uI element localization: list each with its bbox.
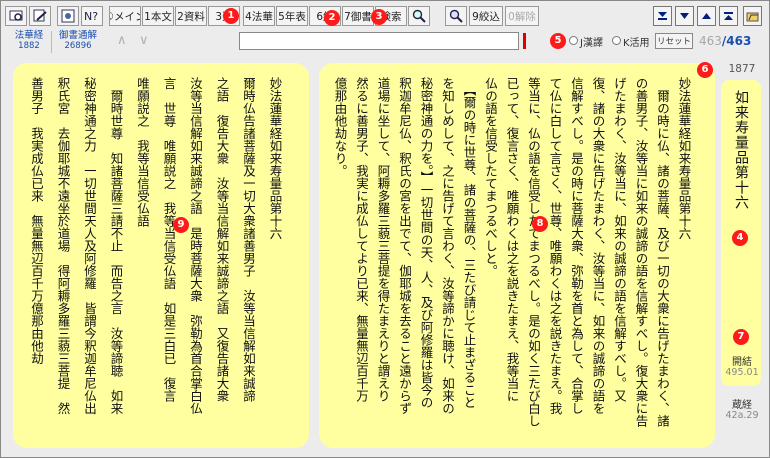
kanbun-column: 釈氏宮 去伽耶城不遠坐於道場 得阿耨多羅三藐三菩提 然 xyxy=(56,77,70,415)
open-folder-icon[interactable] xyxy=(743,6,762,26)
yomikudashi-column: 妙法蓮華経如来寿量品第十六 xyxy=(677,77,691,240)
marker-2: 2 xyxy=(324,10,340,26)
kanbun-column: 爾時仏告諸菩薩及一切大衆諸善男子 汝等当信解如来誠諦 xyxy=(242,77,255,402)
kanbun-column: 秘密神通之力 一切世間天人及阿修羅 皆謂今釈迦牟尼仏出 xyxy=(83,77,96,415)
zokyo-value: 42a.29 xyxy=(725,410,759,421)
gosho-label: 御書通解 xyxy=(58,30,97,41)
magnifier-icon[interactable] xyxy=(408,6,430,26)
yomikudashi-column: の善男子、汝等当に如来の誠諦の語を信解すべし。復大衆に告 xyxy=(634,77,648,427)
yomikudashi-panel: 妙法蓮華経如来寿量品第十六 爾の時に仏、諸の菩薩、及び一切の大衆に告げたまわく、… xyxy=(319,63,715,448)
kaiketsu-label: 開結 xyxy=(732,357,752,368)
marker-3: 3 xyxy=(371,9,387,25)
radio-jkanyaku-label: J漢譯 xyxy=(580,38,603,49)
kaijo-button[interactable]: 0解除 xyxy=(505,6,539,26)
help-icon[interactable]: N? xyxy=(81,6,103,26)
marker-8: 8 xyxy=(532,216,548,232)
gosho-page: 26896 xyxy=(64,41,92,51)
marker-5: 5 xyxy=(550,33,566,49)
kanbun-column: 言 世尊 唯願説之 我等当信受仏語 如是三白已 復言 xyxy=(162,77,176,402)
kanbun-column: 唯願説之 我等当信受仏語 xyxy=(136,77,149,227)
yomikudashi-column: 然るに善男子、我実に成仏してより已来、無量無辺百千万 xyxy=(355,77,368,402)
zoom-icon[interactable] xyxy=(445,6,467,26)
radio-jkanyaku[interactable] xyxy=(569,36,578,45)
kanbun-column: 汝等当信解如来誠諦之語 是時菩薩大衆 弥勒為首合掌白仏 xyxy=(189,77,202,415)
count-total: /463 xyxy=(721,34,752,48)
yomikudashi-column: 釈迦牟尼仏、釈氏の宮を出でて、伽耶城を去ること遠からず xyxy=(398,77,411,415)
yomikudashi-column: を知しめして、之に告げて言わく、汝等諦かに聴け、如来の xyxy=(441,77,454,415)
kanbun-panel: 妙法蓮華経如来寿量品第十六 爾時仏告諸菩薩及一切大衆諸善男子 汝等当信解如来誠諦之… xyxy=(13,63,309,448)
app-window: N? ①メイン 1本文 2資料 3選 4法華 5年表 6経 7御書 検索 9絞込… xyxy=(0,0,770,458)
gosho-counter[interactable]: 御書通解 26896 xyxy=(55,30,101,52)
yomikudashi-column: 【爾の時に世尊、諸の菩薩の、三たび請じて止まざること xyxy=(462,89,476,409)
kanbun-column: 爾時世尊 知諸菩薩三請不止 而告之言 汝等諦聴 如来 xyxy=(109,89,123,415)
marker-1: 1 xyxy=(223,8,239,24)
arrow-down-icon[interactable] xyxy=(675,6,694,26)
year-label: 1877 xyxy=(728,63,756,75)
shibori-button[interactable]: 9絞込 xyxy=(469,6,503,26)
search-tool-icon[interactable] xyxy=(5,6,27,26)
red-indicator xyxy=(523,33,529,49)
yomikudashi-column: 等当に、仏の語を信受したてまつるべし。是の如く三たび白し xyxy=(527,77,540,427)
yomikudashi-column: 已って、復言さく、唯願わくは之を説きたまえ、我等当に xyxy=(505,77,519,402)
radio-kkatsuyo-label: K活用 xyxy=(623,38,650,49)
zokyo-label: 蔵経 xyxy=(732,400,752,411)
yomikudashi-column: げたまわく、汝等当に、如来の誠諦の語を信解すべし。又 xyxy=(613,77,626,402)
marker-4: 4 xyxy=(732,230,748,246)
yomikudashi-column: 道場に坐して、阿耨多羅三藐三菩提を得たまえりと謂えり xyxy=(376,77,390,402)
svg-text:N?: N? xyxy=(84,10,98,23)
sutra-label: 法華経 xyxy=(14,30,44,41)
subbar: 法華経 1882 御書通解 26896 ∧ ∨ 5 J漢譯 K活用 リセット 4… xyxy=(3,30,767,54)
arrow-top-icon[interactable] xyxy=(719,6,738,26)
kanbun-text: 妙法蓮華経如来寿量品第十六 爾時仏告諸菩薩及一切大衆諸善男子 汝等当信解如来誠諦之… xyxy=(13,77,309,437)
kanbun-column: 之語 復告大衆 汝等当信解如来誠諦之語 又復告諸大衆 xyxy=(215,77,229,402)
arrow-up-icon[interactable] xyxy=(697,6,716,26)
chapter-title: 如来寿量品第十六 xyxy=(733,90,749,210)
result-count: 463/463 xyxy=(699,34,751,48)
yomikudashi-column: 信解すべし。是の時に菩薩大衆、弥勒を首と為して、合掌し xyxy=(570,77,583,415)
yomikudashi-column: 爾の時に仏、諸の菩薩、及び一切の大衆に告げたまわく、諸 xyxy=(656,89,669,428)
yomikudashi-column: て仏に白して言さく、世尊、唯願わくは之を説きたまえ。我 xyxy=(548,77,562,415)
shiryo-button[interactable]: 2資料 xyxy=(175,6,207,26)
main-button[interactable]: ①メイン xyxy=(109,6,141,26)
next-arrow-icon[interactable]: ∨ xyxy=(139,33,149,48)
kaiketsu-value: 495.01 xyxy=(725,367,759,378)
info-sidebar: 1877 6 如来寿量品第十六 4 7 開結 495.01 蔵経 42a.29 xyxy=(697,62,765,453)
gosho-button[interactable]: 7御書 xyxy=(342,6,374,26)
sutra-page: 1882 xyxy=(18,41,40,51)
hokke-button[interactable]: 4法華 xyxy=(243,6,275,26)
edit-icon[interactable] xyxy=(29,6,51,26)
marker-7: 7 xyxy=(733,329,749,345)
sutra-counter[interactable]: 法華経 1882 xyxy=(9,30,49,52)
radio-kkatsuyo[interactable] xyxy=(612,36,621,45)
search-input[interactable] xyxy=(239,32,519,50)
toolbar: N? ①メイン 1本文 2資料 3選 4法華 5年表 6経 7御書 検索 9絞込… xyxy=(3,4,767,28)
honbun-button[interactable]: 1本文 xyxy=(142,6,174,26)
yomikudashi-column: 復、諸の大衆に告げたまわく、汝等当に、如来の誠諦の語を xyxy=(591,77,605,415)
yomikudashi-column: 仏の語を信受したてまつるべしと。 xyxy=(484,77,497,277)
prev-arrow-icon[interactable]: ∧ xyxy=(117,33,127,48)
yomikudashi-text: 妙法蓮華経如来寿量品第十六 爾の時に仏、諸の菩薩、及び一切の大衆に告げたまわく、… xyxy=(319,77,715,437)
marker-6: 6 xyxy=(697,62,713,78)
kanbun-column: 善男子 我実成仏已来 無量無辺百千万億那由他劫 xyxy=(30,77,43,365)
kanbun-column: 妙法蓮華経如来寿量品第十六 xyxy=(268,77,282,240)
count-current: 463 xyxy=(699,34,722,48)
yomikudashi-column: 秘密神通の力を。】一切世間の天、人、及び阿修羅は皆今の xyxy=(419,77,433,409)
nenpyo-button[interactable]: 5年表 xyxy=(276,6,308,26)
yomikudashi-column: 億那由他劫なり。 xyxy=(333,77,347,177)
divider xyxy=(51,31,52,53)
marker-9: 9 xyxy=(173,217,189,233)
reset-button[interactable]: リセット xyxy=(655,33,693,49)
arrow-bottom-icon[interactable] xyxy=(653,6,672,26)
settings-icon[interactable] xyxy=(57,6,79,26)
